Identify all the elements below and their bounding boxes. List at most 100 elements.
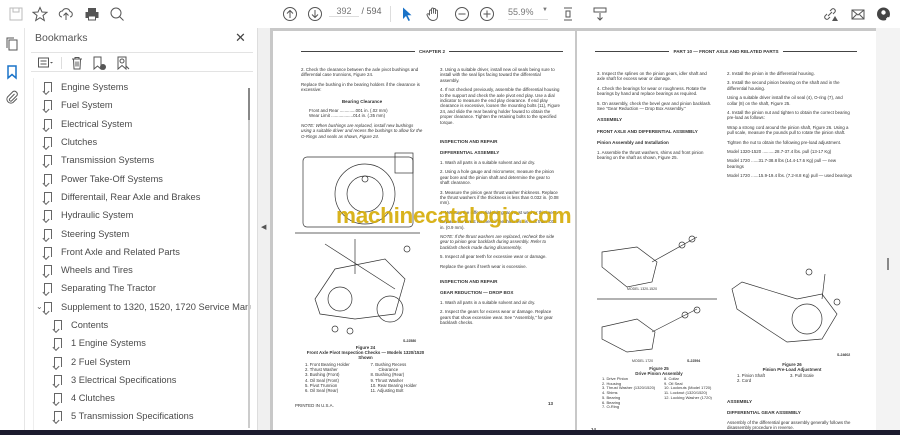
text-column: 2. Check the clearance between the axle … — [301, 67, 423, 143]
text-column: 2. Install the pinion in the differentia… — [727, 71, 852, 183]
bookmark-item[interactable]: Contents — [34, 316, 251, 334]
taskbar-edge — [0, 430, 900, 435]
page-14: PART 10 — FRONT AXLE AND RELATED PARTS 3… — [577, 31, 876, 430]
bookmarks-panel: Bookmarks ✕ Engine Systems Fuel System E… — [25, 28, 257, 435]
heading: ASSEMBLY — [727, 399, 753, 404]
divider — [390, 6, 391, 22]
page-fit-icon[interactable] — [560, 4, 580, 24]
subheading: Bearing Clearance — [341, 98, 383, 104]
print-icon[interactable] — [82, 4, 102, 24]
bookmark-icon — [44, 173, 52, 184]
spec-row: Model 1720 ......31.7-38.8 lbs (14.4-17.… — [727, 158, 837, 169]
bookmark-label: Differentail, Rear Axle and Brakes — [61, 191, 201, 202]
paragraph: Replace the gears if teeth wear is exces… — [440, 263, 527, 269]
heading: DIFFERENTIAL GEAR ASSEMBLY — [727, 410, 801, 416]
bookmark-item[interactable]: Engine Systems — [34, 78, 251, 96]
close-icon[interactable]: ✕ — [235, 30, 246, 46]
page-total: / 594 — [361, 6, 382, 16]
bookmark-icon — [44, 246, 52, 257]
heading: INSPECTION AND REPAIR — [440, 139, 498, 145]
spec-row: Wear Limit ..................014 in. (.3… — [309, 113, 386, 119]
hand-tool-icon[interactable] — [423, 4, 443, 24]
figure-code: S-22580 — [403, 339, 417, 343]
heading: FRONT AXLE AND DIFFERENTIAL ASSEMBLY — [597, 128, 698, 134]
page-number-input[interactable] — [329, 6, 359, 17]
bookmark-item[interactable]: Power Take-Off Systems — [34, 169, 251, 187]
page-13: CHAPTER 2 2. Check the clearance between… — [273, 31, 575, 430]
bookmark-options-icon[interactable] — [35, 53, 55, 73]
bookmarks-icon[interactable] — [2, 62, 22, 82]
panel-scrollbar-thumb[interactable] — [248, 88, 250, 120]
model-label: MODEL 1720 — [632, 359, 654, 363]
bookmark-item[interactable]: 4 Clutches — [34, 389, 251, 407]
collapse-panel-icon[interactable]: ◀ — [261, 223, 266, 231]
bookmark-item[interactable]: 3 Electrical Specifications — [34, 371, 251, 389]
spec-row: Model 1320-1520 ..........28.7-37.4 lbs.… — [727, 149, 832, 155]
previous-page-icon[interactable] — [280, 4, 300, 24]
select-cursor-icon[interactable] — [397, 4, 417, 24]
bookmark-item[interactable]: Clutches — [34, 133, 251, 151]
save-icon[interactable] — [6, 4, 26, 24]
share-link-icon[interactable] — [820, 4, 840, 24]
bookmark-item[interactable]: Electrical System — [34, 115, 251, 133]
bookmark-label: Front Axle and Related Parts — [61, 246, 180, 257]
search-icon[interactable] — [107, 4, 127, 24]
bookmark-item[interactable]: Differentail, Rear Axle and Brakes — [34, 188, 251, 206]
bookmark-item[interactable]: Front Axle and Related Parts — [34, 243, 251, 261]
scroll-mode-icon[interactable] — [590, 4, 610, 24]
paragraph: 4. Install the pinion nut and tighten to… — [727, 110, 850, 121]
chevron-down-icon[interactable]: ⌄ — [36, 302, 43, 311]
attachments-icon[interactable] — [2, 87, 22, 107]
legend-item: 6. Oil Seal (Rear) — [305, 388, 339, 394]
panel-scrollbar[interactable] — [248, 88, 250, 428]
zoom-out-icon[interactable] — [452, 4, 472, 24]
new-bookmark-icon[interactable] — [89, 53, 109, 73]
bookmark-item-expanded[interactable]: ⌄ Supplement to 1320, 1520, 1720 Service … — [34, 298, 251, 316]
bookmark-item[interactable]: Wheels and Tires — [34, 261, 251, 279]
bookmark-item[interactable]: Steering System — [34, 224, 251, 242]
paragraph: 4. Check the bearings for wear or roughn… — [597, 85, 707, 97]
model-label: MODEL 1320-1520 — [627, 287, 658, 291]
legend-item: 11. Adjusting Bolt — [370, 388, 404, 394]
bookmark-label: Transmission Systems — [61, 155, 155, 166]
chevron-down-icon: ▼ — [542, 7, 548, 13]
paragraph: Replace the bushing in the bearing holde… — [301, 81, 420, 93]
page-footer: PRINTED IN U.S.A. — [295, 403, 334, 408]
bookmark-label: Steering System — [61, 228, 130, 239]
cloud-upload-icon[interactable] — [56, 4, 76, 24]
delete-icon[interactable] — [67, 53, 87, 73]
next-page-icon[interactable] — [305, 4, 325, 24]
bookmark-label: Electrical System — [61, 118, 133, 129]
bookmark-item[interactable]: Transmission Systems — [34, 151, 251, 169]
panel-splitter[interactable]: ◀ — [257, 28, 270, 435]
bookmark-item[interactable]: 5 Transmission Specifications — [34, 407, 251, 425]
bookmark-item[interactable]: 2 Fuel System — [34, 352, 251, 370]
zoom-in-icon[interactable] — [477, 4, 497, 24]
bookmark-icon — [54, 411, 62, 422]
bookmark-icon — [44, 155, 52, 166]
bookmark-item[interactable]: Separating The Tractor — [34, 279, 251, 297]
bookmark-item[interactable]: Fuel System — [34, 96, 251, 114]
bookmark-label: Contents — [71, 320, 109, 330]
find-bookmark-icon[interactable] — [113, 53, 133, 73]
bookmark-icon — [54, 320, 62, 330]
email-icon[interactable] — [848, 4, 868, 24]
bookmark-list: Engine Systems Fuel System Electrical Sy… — [33, 78, 251, 435]
zoom-level-select[interactable]: 55.9% ▼ — [508, 7, 548, 20]
bookmark-item[interactable]: Hydraulic System — [34, 206, 251, 224]
figure-code: S-24602 — [837, 353, 851, 357]
page-number: 13 — [548, 401, 553, 406]
page-thumbnails-icon[interactable] — [2, 34, 22, 54]
bookmark-item[interactable]: 1 Engine Systems — [34, 334, 251, 352]
paragraph: 3. Install the second pinion bearing on … — [727, 80, 840, 91]
paragraph: Assembly of the differential gear assemb… — [727, 419, 851, 430]
star-icon[interactable] — [30, 4, 50, 24]
account-icon[interactable] — [874, 4, 894, 24]
scrollbar-thumb[interactable] — [887, 258, 889, 270]
document-scrollbar[interactable] — [876, 28, 900, 430]
bookmark-icon — [54, 393, 62, 404]
note: NOTE: When bushings are replaced, instal… — [301, 122, 423, 139]
paragraph: 4. If not checked previously, assemble t… — [440, 87, 560, 125]
bookmark-label: 3 Electrical Specifications — [71, 374, 177, 385]
page-navigation: / 594 — [329, 6, 382, 17]
